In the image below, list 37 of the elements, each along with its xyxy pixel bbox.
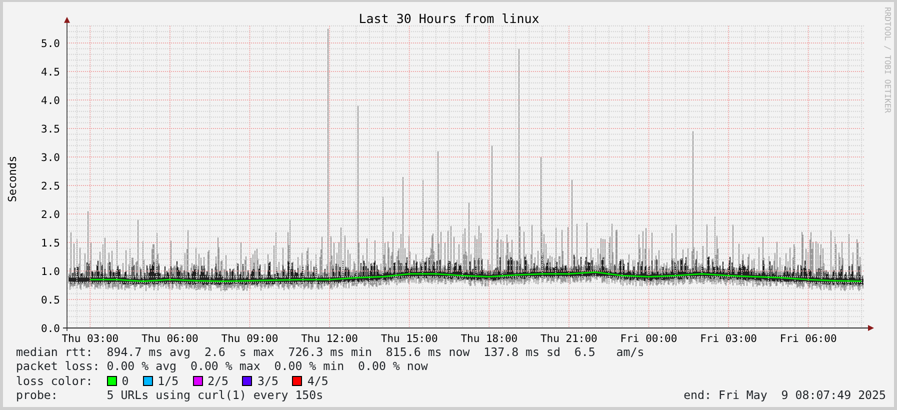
tick-label: Fri 00:00 bbox=[620, 333, 678, 345]
legend-text: 1/5 bbox=[158, 374, 179, 388]
tick-label: Thu 15:00 bbox=[380, 333, 438, 345]
tick-label: 1.5 bbox=[41, 238, 60, 250]
legend-text: 894.7 ms avg 2.6 s max 726.3 ms min 815.6 ms now 137.8 ms sd 6.5 am/s bbox=[106, 345, 644, 360]
legend-text: 0 bbox=[122, 374, 129, 388]
legend-text: 3/5 bbox=[257, 374, 278, 388]
credit-text: RRDTOOL / TOBI OETIKER bbox=[883, 7, 892, 113]
legend-label: probe: bbox=[16, 388, 59, 403]
tick-label: 1.0 bbox=[41, 266, 60, 278]
tick-label: 2.5 bbox=[41, 180, 60, 192]
tick-label: Thu 06:00 bbox=[142, 333, 198, 345]
legend-text: 0.00 % avg 0.00 % max 0.00 % min 0.00 % now bbox=[106, 359, 428, 374]
tick-label: 5.0 bbox=[41, 38, 60, 50]
tick-label: Thu 09:00 bbox=[221, 333, 278, 345]
tick-label: 2.0 bbox=[41, 209, 60, 221]
axis-title: Seconds bbox=[6, 156, 19, 202]
legend-label: packet loss: bbox=[16, 359, 101, 374]
chart-title: Last 30 Hours from linux bbox=[358, 11, 540, 26]
tick-label: 0.0 bbox=[41, 323, 60, 335]
legend-text: 5 URLs using curl(1) every 150s bbox=[106, 388, 324, 403]
legend-label: loss color: bbox=[16, 374, 94, 388]
legend-label: median rtt: bbox=[16, 345, 94, 360]
tick-label: Thu 03:00 bbox=[62, 333, 119, 345]
tick-label: 4.5 bbox=[41, 66, 60, 78]
tick-label: 3.5 bbox=[41, 124, 60, 136]
tick-label: Fri 03:00 bbox=[700, 333, 757, 345]
tick-label: Thu 18:00 bbox=[460, 333, 518, 345]
tick-label: Thu 21:00 bbox=[540, 333, 598, 345]
tick-label: Thu 12:00 bbox=[301, 333, 358, 345]
tick-label: 3.0 bbox=[41, 152, 60, 164]
end-time-text: end: Fri May 9 08:07:49 2025 bbox=[684, 388, 886, 403]
tick-label: Fri 06:00 bbox=[780, 333, 837, 345]
tick-label: 0.5 bbox=[41, 294, 60, 306]
legend-text: 4/5 bbox=[307, 374, 328, 388]
legend-text: 2/5 bbox=[208, 374, 229, 388]
tick-label: 4.0 bbox=[41, 95, 60, 107]
